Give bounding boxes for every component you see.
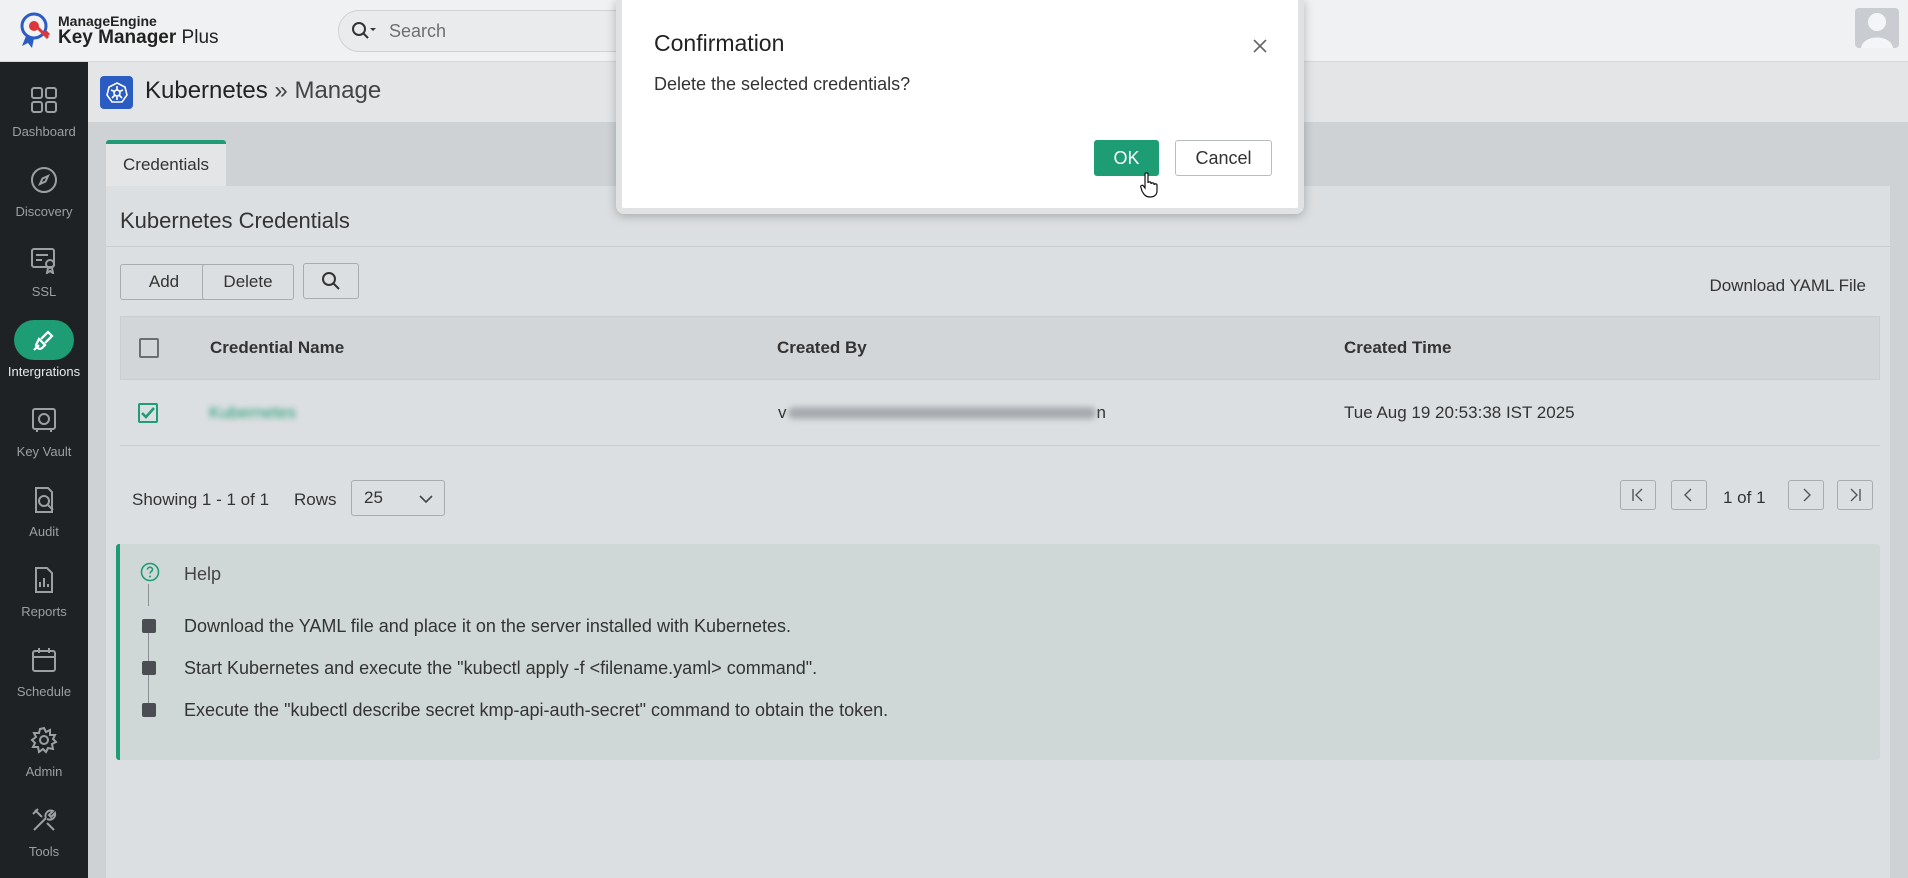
sidebar-item-audit[interactable]: Audit — [0, 472, 88, 552]
help-step: Start Kubernetes and execute the "kubect… — [184, 658, 818, 678]
search-box[interactable] — [338, 10, 638, 52]
sidebar: Dashboard Discovery SSL Intergrations Ke… — [0, 62, 88, 878]
rows-label: Rows — [294, 490, 337, 509]
select-all-checkbox[interactable] — [139, 338, 159, 358]
sidebar-item-label: Schedule — [16, 684, 72, 699]
sidebar-item-tools[interactable]: Tools — [0, 792, 88, 872]
audit-icon — [35, 487, 54, 513]
divider — [148, 584, 149, 606]
ok-button[interactable]: OK — [1094, 140, 1159, 176]
tab-credentials[interactable]: Credentials — [106, 140, 226, 186]
panel-title: Kubernetes Credentials — [120, 208, 350, 233]
chevron-left-icon — [1684, 488, 1692, 502]
step-bullet — [142, 661, 156, 675]
step-bullet — [142, 703, 156, 717]
chevron-down-icon — [419, 495, 433, 504]
sidebar-item-label: Audit — [29, 524, 59, 539]
add-button[interactable]: Add — [120, 264, 208, 300]
help-step: Download the YAML file and place it on t… — [184, 616, 792, 636]
dialog-title: Confirmation — [654, 30, 785, 56]
search-button[interactable] — [303, 263, 359, 299]
help-step: Execute the "kubectl describe secret kmp… — [184, 700, 889, 720]
table-header: Credential Name Created By Created Time — [120, 316, 1880, 380]
redacted-email — [787, 406, 1096, 419]
first-page-icon — [1632, 488, 1643, 502]
report-icon — [35, 567, 53, 593]
user-avatar-icon — [1861, 13, 1893, 48]
page-info: 1 of 1 — [1723, 488, 1766, 507]
plug-icon — [33, 330, 54, 351]
credential-name-link[interactable]: Kubernetes — [209, 380, 296, 445]
sidebar-item-label: Reports — [21, 604, 67, 619]
search-icon — [322, 272, 340, 290]
help-question-icon — [140, 562, 160, 582]
compass-icon — [31, 167, 57, 193]
download-yaml-link[interactable]: Download YAML File — [1709, 276, 1866, 296]
created-time-cell: Tue Aug 19 20:53:38 IST 2025 — [1344, 402, 1575, 422]
brand-line2: Key Manager Plus — [58, 26, 219, 48]
sidebar-item-label: Admin — [25, 764, 63, 779]
hand-cursor-icon — [1140, 172, 1158, 198]
page-title: Kubernetes » Manage — [145, 77, 382, 104]
kubernetes-icon — [100, 76, 133, 109]
search-icon — [352, 22, 376, 39]
sidebar-item-intergrations[interactable]: Intergrations — [0, 312, 88, 392]
close-icon[interactable] — [1252, 38, 1268, 54]
sidebar-item-label: Key Vault — [16, 444, 72, 459]
sidebar-item-label: Intergrations — [7, 364, 81, 379]
sidebar-item-dashboard[interactable]: Dashboard — [0, 72, 88, 152]
column-header-created-by[interactable]: Created By — [777, 317, 867, 379]
vault-icon — [32, 408, 56, 432]
sidebar-item-label: Tools — [28, 844, 60, 859]
dialog-message: Delete the selected credentials? — [654, 74, 911, 94]
table-row[interactable]: Kubernetes v n Tue Aug 19 20:53:38 IST 2… — [120, 380, 1880, 446]
brand-logo[interactable]: ManageEngine Key Manager Plus — [18, 10, 219, 50]
gear-icon — [30, 726, 58, 754]
showing-count: Showing 1 - 1 of 1 — [132, 490, 270, 509]
sidebar-item-admin[interactable]: Admin — [0, 712, 88, 792]
avatar[interactable] — [1855, 8, 1899, 48]
last-page-icon — [1850, 488, 1861, 502]
sidebar-item-ssl[interactable]: SSL — [0, 232, 88, 312]
confirmation-dialog: Confirmation Delete the selected credent… — [616, 0, 1304, 214]
divider — [148, 633, 149, 661]
credentials-panel: Kubernetes Credentials Add Delete Downlo… — [106, 186, 1890, 878]
sidebar-item-schedule[interactable]: Schedule — [0, 632, 88, 712]
cancel-button[interactable]: Cancel — [1175, 140, 1272, 176]
sidebar-item-discovery[interactable]: Discovery — [0, 152, 88, 232]
last-page-button[interactable] — [1837, 480, 1873, 510]
sidebar-item-reports[interactable]: Reports — [0, 552, 88, 632]
brand-line1: ManageEngine — [58, 12, 157, 29]
column-header-created-time[interactable]: Created Time — [1344, 317, 1451, 379]
tools-icon — [32, 808, 57, 831]
search-input[interactable] — [389, 20, 609, 42]
next-page-button[interactable] — [1788, 480, 1824, 510]
row-checkbox[interactable] — [138, 402, 158, 423]
divider — [148, 675, 149, 703]
sidebar-item-label: SSL — [31, 284, 57, 299]
grid-icon — [31, 87, 57, 113]
checkmark-icon — [141, 406, 155, 419]
column-header-credential-name[interactable]: Credential Name — [210, 317, 344, 379]
rows-per-page-select[interactable]: 25 — [351, 480, 445, 516]
credentials-table: Credential Name Created By Created Time … — [120, 316, 1880, 446]
divider — [106, 246, 1890, 247]
help-title: Help — [184, 564, 222, 584]
help-box: Help Download the YAML file and place it… — [116, 544, 1880, 760]
pagination-bar: Showing 1 - 1 of 1 Rows 25 1 of 1 — [106, 476, 1890, 526]
created-by-cell: v n — [778, 402, 1106, 422]
chevron-right-icon — [1803, 488, 1811, 502]
prev-page-button[interactable] — [1671, 480, 1707, 510]
first-page-button[interactable] — [1620, 480, 1656, 510]
certificate-icon — [31, 248, 55, 274]
sidebar-item-key-vault[interactable]: Key Vault — [0, 392, 88, 472]
calendar-icon — [32, 648, 56, 672]
sidebar-item-label: Dashboard — [12, 124, 76, 139]
key-manager-logo-icon — [20, 12, 51, 48]
delete-button[interactable]: Delete — [202, 264, 294, 300]
step-bullet — [142, 619, 156, 633]
sidebar-item-label: Discovery — [15, 204, 73, 219]
